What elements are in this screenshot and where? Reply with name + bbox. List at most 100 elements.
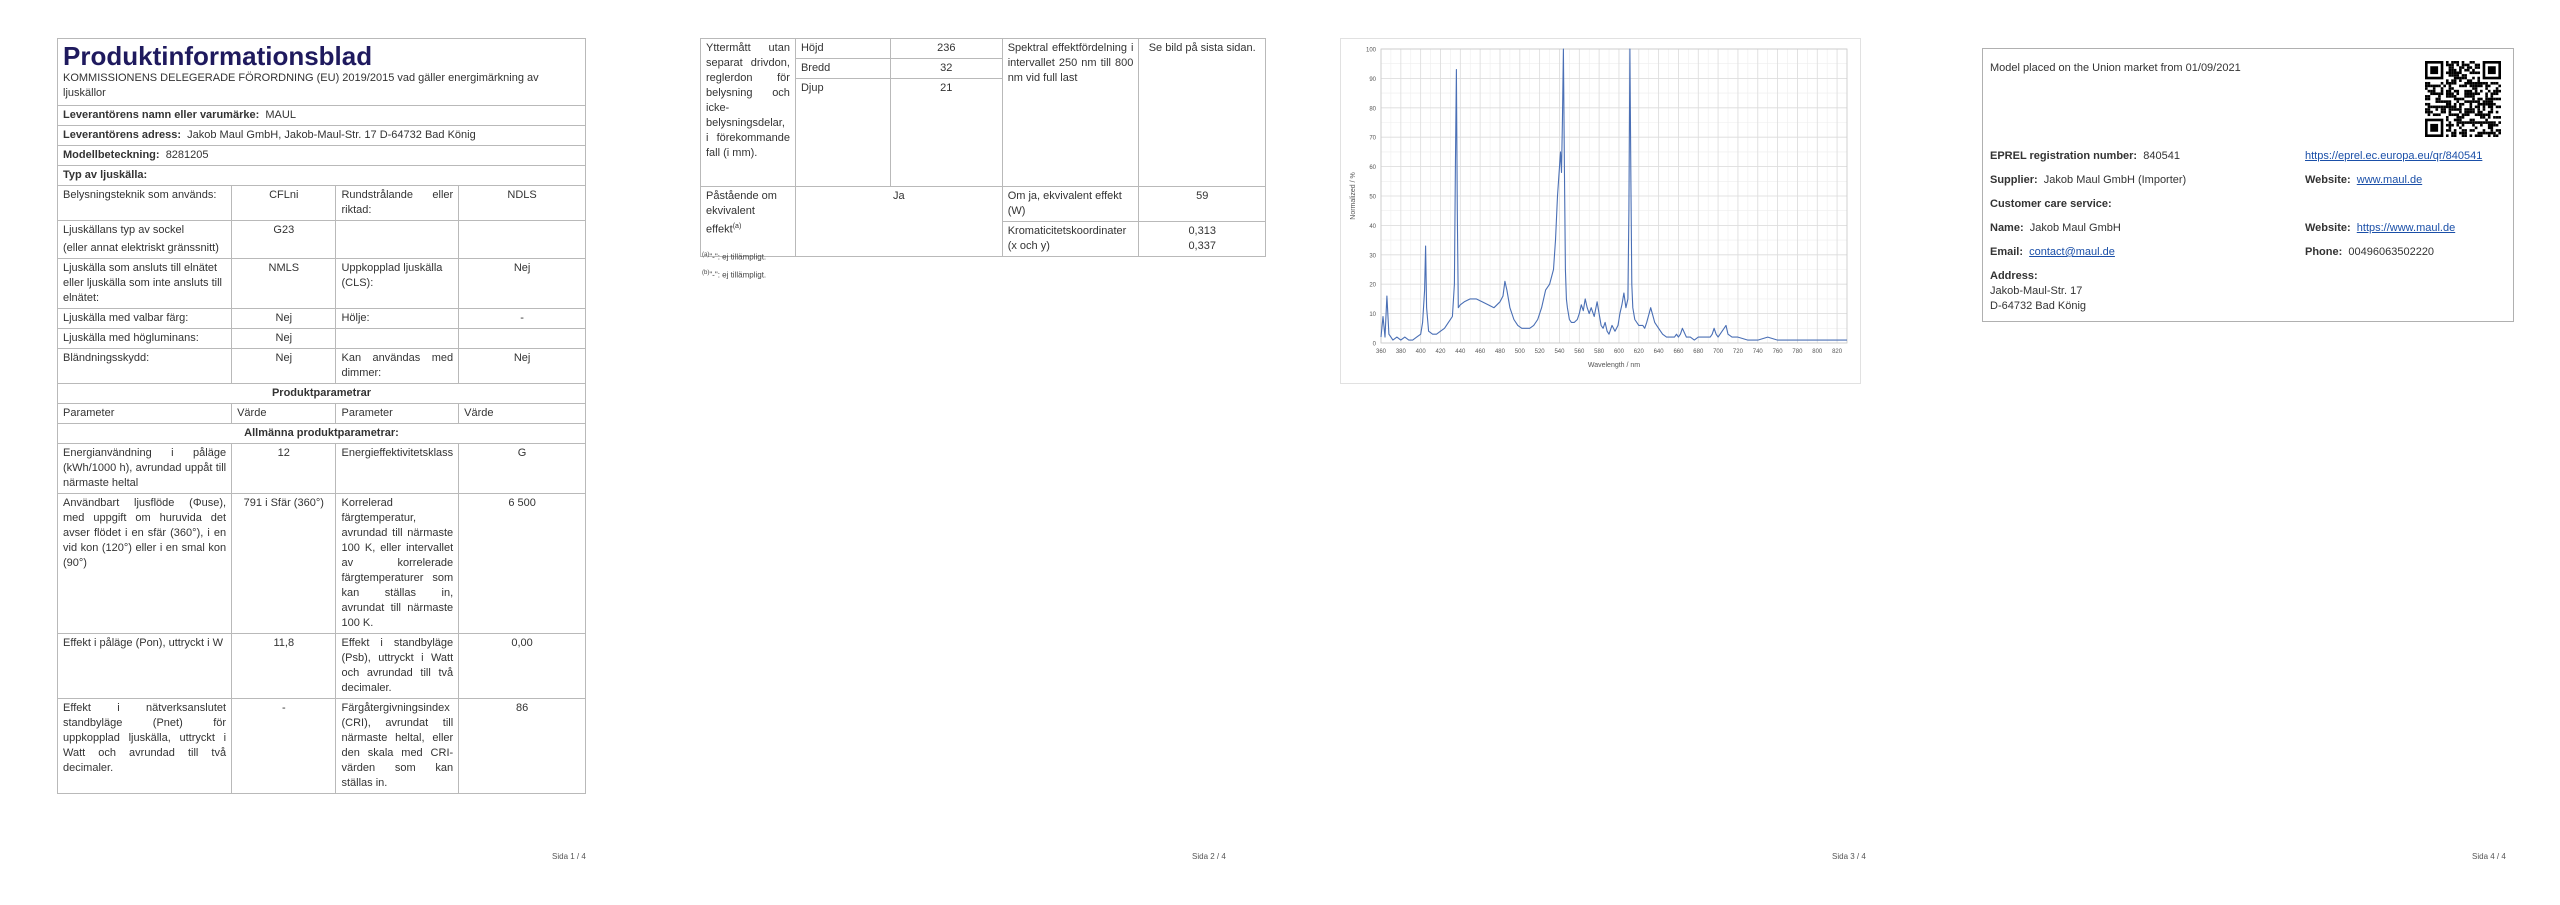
chromaticity-x: 0,313: [1188, 225, 1216, 237]
x-axis-label: Wavelength / nm: [1588, 362, 1640, 369]
envelope-label: Hölje:: [335, 308, 460, 329]
x-tick-label: 820: [1832, 349, 1843, 355]
x-tick-label: 680: [1693, 349, 1704, 355]
supplier-label: Supplier:: [1990, 174, 2038, 186]
height-value: 236: [889, 38, 1003, 59]
footnote-b: (b)"-": ej tillämpligt.: [702, 270, 767, 280]
x-tick-label: 420: [1435, 349, 1446, 355]
depth-value: 21: [889, 78, 1003, 187]
width-value: 32: [889, 58, 1003, 79]
energy-class-value: G: [458, 443, 586, 494]
x-tick-label: 580: [1594, 349, 1605, 355]
website-label-2: Website:: [2305, 222, 2351, 234]
x-tick-label: 380: [1396, 349, 1407, 355]
cct-label: Korrelerad färgtemperatur, avrundad till…: [335, 493, 460, 634]
x-tick-label: 560: [1574, 349, 1585, 355]
x-tick-label: 440: [1455, 349, 1466, 355]
page-4: Model placed on the Union market from 01…: [1920, 0, 2560, 905]
supplier-address: Jakob Maul GmbH, Jakob-Maul-Str. 17 D-64…: [187, 129, 476, 141]
standby-power-value: 0,00: [458, 633, 586, 699]
energy-label: Energianvändning i påläge (kWh/1000 h), …: [56, 443, 233, 494]
dimensions-table: Yttermått utan separat drivdon, reglerdo…: [700, 38, 1266, 257]
cri-value: 86: [458, 698, 586, 794]
y-tick-label: 30: [1369, 253, 1376, 259]
equivalent-power-value: 59: [1138, 186, 1266, 222]
flux-value: 791 i Sfär (360°): [231, 493, 337, 634]
x-tick-label: 620: [1634, 349, 1645, 355]
footnote-a-ref: (a): [732, 223, 742, 230]
eprel-link[interactable]: https://eprel.ec.europa.eu/qr/840541: [2305, 150, 2482, 162]
email-label: Email:: [1990, 246, 2024, 258]
regulation-text: KOMMISSIONENS DELEGERADE FÖRORDNING (EU)…: [63, 72, 539, 99]
cap-label-note: (eller annat elektriskt gränssnitt): [63, 242, 219, 254]
cap-value: G23: [231, 220, 337, 259]
x-tick-label: 360: [1376, 349, 1387, 355]
eprel-label: EPREL registration number:: [1990, 150, 2138, 162]
spectrum-series-line: [1380, 48, 1847, 341]
colour-value: Nej: [231, 308, 337, 329]
equivalent-power-label: Om ja, ekvivalent effekt (W): [1001, 186, 1140, 222]
on-power-value: 11,8: [231, 633, 337, 699]
equivalent-claim-label: Påstående om ekvivalent effekt: [706, 190, 777, 236]
general-params-heading: Allmänna produktparametrar:: [57, 423, 586, 444]
y-tick-label: 100: [1366, 48, 1377, 54]
page-2: Yttermått utan separat drivdon, reglerdo…: [640, 0, 1280, 905]
glare-value: Nej: [231, 348, 337, 384]
supplier-name-row: Leverantörens namn eller varumärke: MAUL: [57, 105, 586, 126]
supplier-address-row: Leverantörens adress: Jakob Maul GmbH, J…: [57, 125, 586, 146]
qr-code-icon[interactable]: [2425, 61, 2501, 137]
chromaticity-y: 0,337: [1188, 240, 1216, 252]
energy-class-label: Energieffektivitetsklass: [335, 443, 460, 494]
type-heading: Typ av ljuskälla:: [57, 165, 586, 186]
cct-value: 6 500: [458, 493, 586, 634]
mains-label: Ljuskälla som ansluts till elnätet eller…: [56, 258, 233, 309]
x-tick-label: 400: [1416, 349, 1427, 355]
chromaticity-label: Kromaticitetskoordinater (x och y): [1001, 221, 1140, 257]
name-value: Jakob Maul GmbH: [2029, 222, 2121, 234]
x-tick-label: 800: [1812, 349, 1823, 355]
x-tick-label: 500: [1515, 349, 1526, 355]
x-tick-label: 640: [1654, 349, 1665, 355]
market-date: Model placed on the Union market from 01…: [1990, 62, 2241, 74]
website-link-2[interactable]: https://www.maul.de: [2357, 222, 2455, 234]
footnote-a: (a)"-": ej tillämpligt.: [702, 252, 767, 262]
supplier-name: MAUL: [265, 109, 296, 121]
mains-value: NMLS: [231, 258, 337, 309]
colour-label: Ljuskälla med valbar färg:: [56, 308, 233, 329]
y-tick-label: 60: [1369, 165, 1376, 171]
phone-value: 00496063502220: [2348, 246, 2435, 258]
on-power-label: Effekt i påläge (Pon), uttryckt i W: [56, 633, 233, 699]
cls-label: Uppkopplad ljuskälla (CLS):: [335, 258, 460, 309]
x-tick-label: 780: [1792, 349, 1803, 355]
x-tick-label: 760: [1773, 349, 1784, 355]
outer-dimensions-label: Yttermått utan separat drivdon, reglerdo…: [700, 38, 796, 187]
cri-label: Färgåtergivningsindex (CRI), avrundat ti…: [335, 698, 460, 794]
spectral-label: Spektral effektfördelning i intervallet …: [1001, 38, 1140, 187]
supplier-value: Jakob Maul GmbH (Importer): [2043, 174, 2187, 186]
product-info-table: Produktinformationsblad KOMMISSIONENS DE…: [56, 38, 586, 794]
width-label: Bredd: [794, 58, 891, 79]
tech-value: CFLni: [231, 185, 337, 221]
x-tick-label: 600: [1614, 349, 1625, 355]
customer-care-heading: Customer care service:: [1990, 198, 2112, 210]
depth-label: Djup: [794, 78, 891, 187]
direction-label: Rundstrålande eller riktad:: [335, 185, 460, 221]
spectral-value: Se bild på sista sidan.: [1138, 38, 1266, 187]
website-link[interactable]: www.maul.de: [2357, 174, 2422, 186]
model-id: 8281205: [165, 149, 209, 161]
height-label: Höjd: [794, 38, 891, 59]
glare-label: Bländningsskydd:: [56, 348, 233, 384]
equivalent-claim-value: Ja: [794, 186, 1003, 257]
y-axis-label: Normalized / %: [1350, 172, 1357, 219]
energy-value: 12: [231, 443, 337, 494]
tech-label: Belysningsteknik som används:: [56, 185, 233, 221]
email-link[interactable]: contact@maul.de: [2029, 246, 2115, 258]
page-1: Produktinformationsblad KOMMISSIONENS DE…: [0, 0, 640, 905]
page-number: Sida 2 / 4: [1192, 852, 1226, 861]
x-tick-label: 520: [1535, 349, 1546, 355]
page-number: Sida 4 / 4: [2472, 852, 2506, 861]
high-luminance-label: Ljuskälla med högluminans:: [56, 328, 233, 349]
y-tick-label: 0: [1373, 342, 1377, 348]
address-line-1: Jakob-Maul-Str. 17: [1990, 285, 2083, 297]
dimmable-label: Kan användas med dimmer:: [335, 348, 460, 384]
